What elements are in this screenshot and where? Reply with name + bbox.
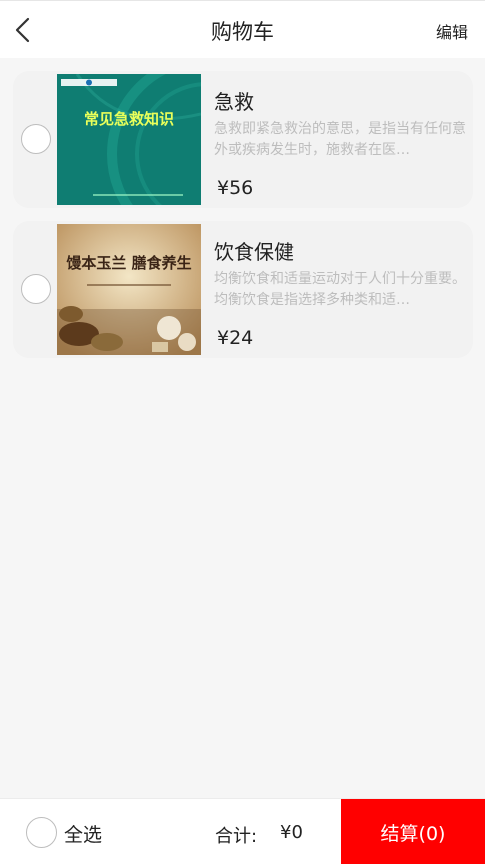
cart-item[interactable]: 馒本玉兰 膳食养生 饮食保健 均衡饮食和适量运动对于人们十分重要。均衡饮食是指选… [13, 221, 473, 358]
total-value: ¥0 [280, 822, 303, 843]
item-thumbnail[interactable]: 常见急救知识 [57, 74, 201, 205]
page-title: 购物车 [211, 20, 274, 44]
total-label: 合计: [215, 826, 258, 847]
select-all-checkbox[interactable] [26, 817, 57, 848]
edit-button[interactable]: 编辑 [436, 19, 468, 43]
thumbnail-caption: 馒本玉兰 膳食养生 [66, 254, 191, 272]
item-description: 急救即紧急救治的意思，是指当有任何意外或疾病发生时，施救者在医… [214, 121, 466, 158]
item-title: 饮食保健 [214, 240, 294, 264]
item-description: 均衡饮食和适量运动对于人们十分重要。均衡饮食是指选择多种类和适… [214, 271, 466, 308]
item-select-checkbox[interactable] [21, 124, 51, 154]
item-title: 急救 [214, 90, 254, 114]
item-thumbnail[interactable]: 馒本玉兰 膳食养生 [57, 224, 201, 355]
item-price: ¥56 [217, 177, 254, 199]
item-price: ¥24 [217, 327, 254, 349]
item-select-checkbox[interactable] [21, 274, 51, 304]
cart-footer: 全选 合计: ¥0 结算(0) [0, 798, 485, 864]
cart-item[interactable]: 常见急救知识 急救 急救即紧急救治的意思，是指当有任何意外或疾病发生时，施救者在… [13, 71, 473, 208]
thumbnail-caption: 常见急救知识 [84, 110, 174, 128]
select-all-label[interactable]: 全选 [64, 820, 102, 847]
checkout-button[interactable]: 结算(0) [341, 799, 485, 864]
header-bar: 购物车 编辑 [0, 0, 485, 58]
